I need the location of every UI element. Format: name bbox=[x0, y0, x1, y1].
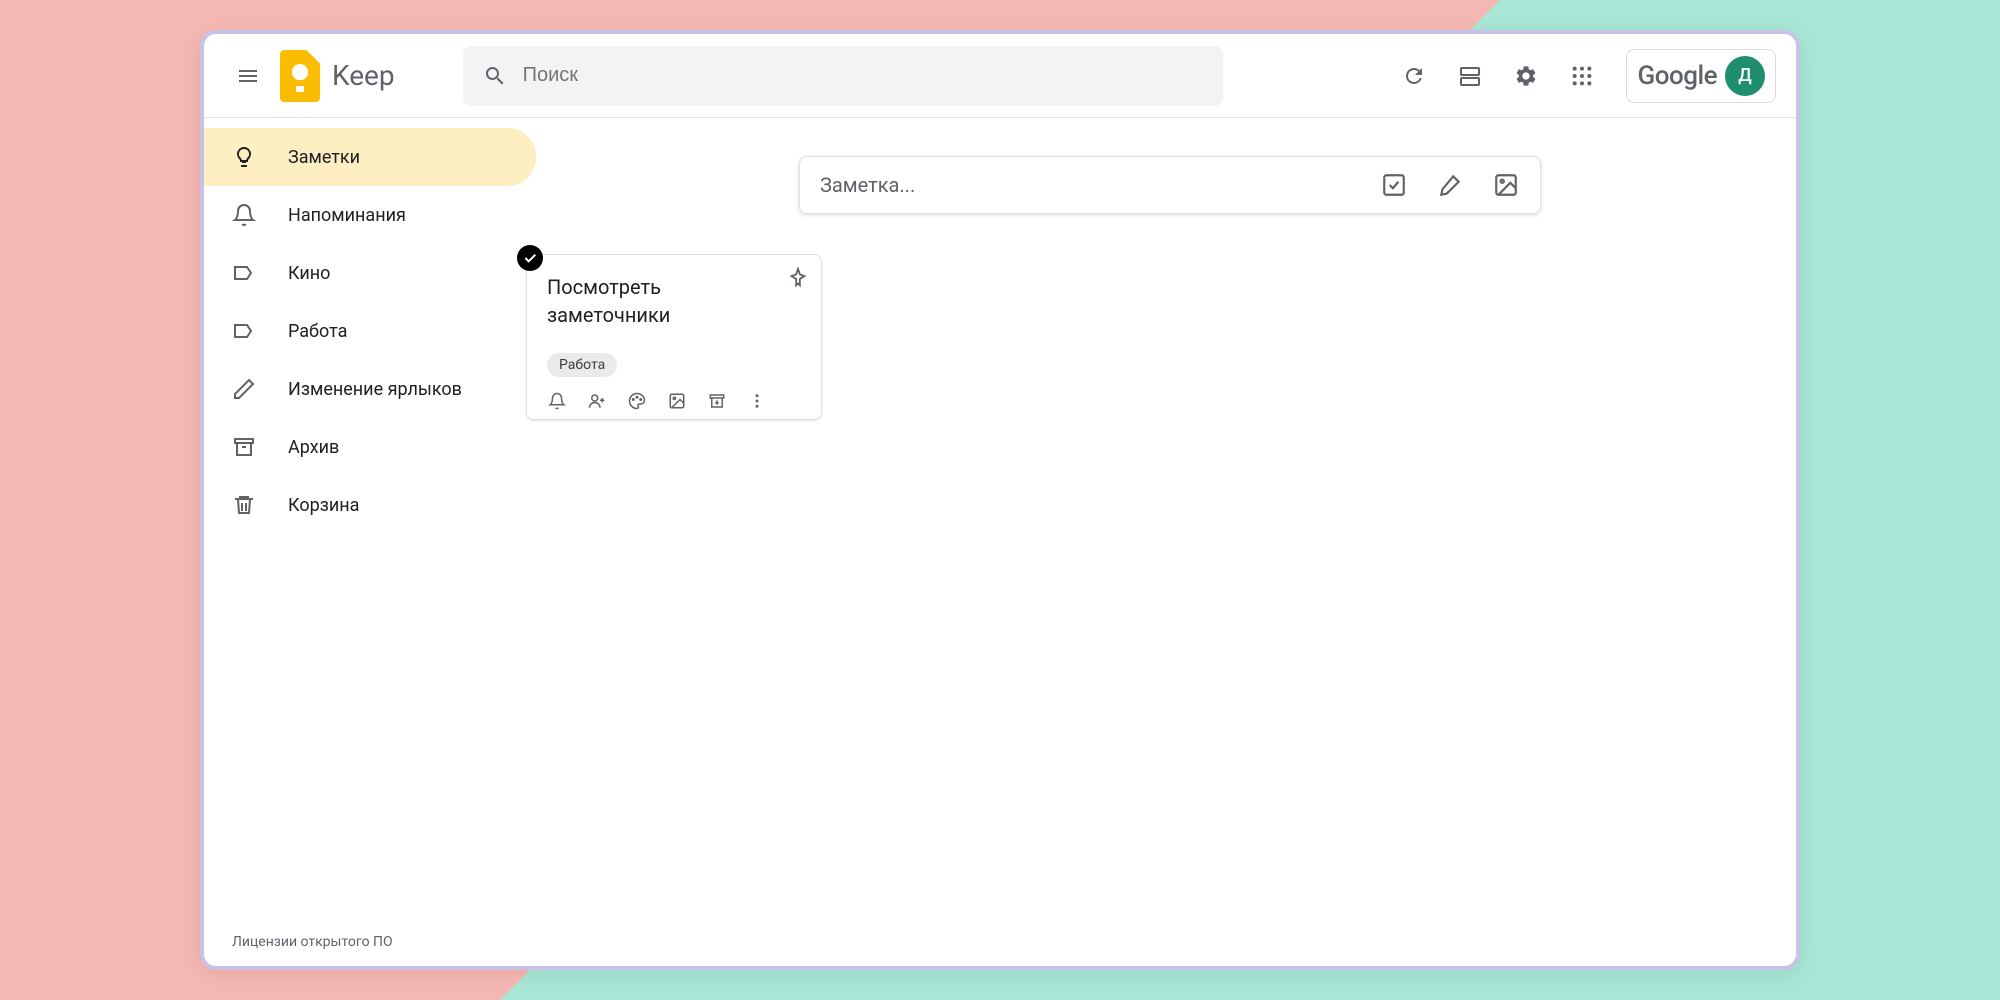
list-view-icon bbox=[1458, 64, 1482, 88]
sidebar-item-label: Архив bbox=[288, 437, 339, 458]
checkmark-icon bbox=[522, 250, 538, 266]
list-view-button[interactable] bbox=[1446, 52, 1494, 100]
note-remind-button[interactable] bbox=[547, 391, 567, 411]
note-color-button[interactable] bbox=[627, 391, 647, 411]
notes-grid: Посмотреть заметочники Работа bbox=[584, 254, 1756, 420]
refresh-icon bbox=[1402, 64, 1426, 88]
search-box[interactable] bbox=[463, 46, 1223, 106]
sidebar-item-reminders[interactable]: Напоминания bbox=[204, 186, 536, 244]
sidebar-item-label: Кино bbox=[288, 263, 330, 284]
trash-icon bbox=[232, 493, 256, 517]
apps-grid-icon bbox=[1571, 65, 1593, 87]
note-more-button[interactable] bbox=[747, 391, 767, 411]
header: Keep Google Д bbox=[204, 34, 1796, 118]
pencil-icon bbox=[232, 377, 256, 401]
note-archive-button[interactable] bbox=[707, 391, 727, 411]
bell-icon bbox=[232, 203, 256, 227]
google-label: Google bbox=[1637, 61, 1717, 91]
bell-icon bbox=[548, 392, 566, 410]
sidebar-item-archive[interactable]: Архив bbox=[204, 418, 536, 476]
sidebar-item-label: Работа bbox=[288, 321, 347, 342]
note-collaborator-button[interactable] bbox=[587, 391, 607, 411]
hamburger-icon bbox=[236, 64, 260, 88]
app-window: Keep Google Д bbox=[200, 30, 1800, 970]
new-drawing-button[interactable] bbox=[1436, 171, 1464, 199]
note-card[interactable]: Посмотреть заметочники Работа bbox=[526, 254, 822, 420]
gear-icon bbox=[1514, 64, 1538, 88]
note-label-chip[interactable]: Работа bbox=[547, 353, 617, 377]
new-image-button[interactable] bbox=[1492, 171, 1520, 199]
label-icon bbox=[232, 319, 256, 343]
archive-icon bbox=[232, 435, 256, 459]
image-icon bbox=[668, 392, 686, 410]
compose-bar[interactable]: Заметка... bbox=[799, 156, 1541, 214]
search-icon bbox=[483, 64, 507, 88]
person-add-icon bbox=[588, 392, 606, 410]
sidebar-item-notes[interactable]: Заметки bbox=[204, 128, 536, 186]
logo-block: Keep bbox=[280, 50, 395, 102]
new-checklist-button[interactable] bbox=[1380, 171, 1408, 199]
sidebar-item-label-cinema[interactable]: Кино bbox=[204, 244, 536, 302]
main-menu-button[interactable] bbox=[224, 52, 272, 100]
checkbox-icon bbox=[1381, 172, 1407, 198]
archive-icon bbox=[708, 392, 726, 410]
account-box[interactable]: Google Д bbox=[1626, 49, 1776, 103]
sidebar-item-trash[interactable]: Корзина bbox=[204, 476, 536, 534]
footer-license-link[interactable]: Лицензии открытого ПО bbox=[232, 934, 393, 950]
search-input[interactable] bbox=[523, 64, 1203, 87]
pin-button[interactable] bbox=[787, 267, 809, 293]
settings-button[interactable] bbox=[1502, 52, 1550, 100]
note-add-image-button[interactable] bbox=[667, 391, 687, 411]
app-title: Keep bbox=[332, 59, 395, 92]
sidebar-item-label-work[interactable]: Работа bbox=[204, 302, 536, 360]
sidebar-item-label: Корзина bbox=[288, 495, 359, 516]
lightbulb-icon bbox=[232, 145, 256, 169]
body: Заметки Напоминания Кино Работа Изменени… bbox=[204, 118, 1796, 966]
avatar[interactable]: Д bbox=[1725, 56, 1765, 96]
apps-button[interactable] bbox=[1558, 52, 1606, 100]
sidebar: Заметки Напоминания Кино Работа Изменени… bbox=[204, 118, 544, 966]
sidebar-item-label: Напоминания bbox=[288, 205, 406, 226]
brush-icon bbox=[1437, 172, 1463, 198]
note-toolbar bbox=[547, 391, 801, 411]
image-icon bbox=[1493, 172, 1519, 198]
header-actions: Google Д bbox=[1390, 49, 1776, 103]
sidebar-item-label: Изменение ярлыков bbox=[288, 379, 462, 400]
note-select-button[interactable] bbox=[517, 245, 543, 271]
sidebar-item-label: Заметки bbox=[288, 147, 360, 168]
palette-icon bbox=[628, 392, 646, 410]
keep-logo-icon bbox=[280, 50, 320, 102]
sidebar-item-edit-labels[interactable]: Изменение ярлыков bbox=[204, 360, 536, 418]
note-title: Посмотреть заметочники bbox=[547, 273, 801, 329]
main-content: Заметка... Посмотреть заметочники Р bbox=[544, 118, 1796, 966]
more-vert-icon bbox=[748, 392, 766, 410]
compose-placeholder: Заметка... bbox=[820, 173, 1380, 197]
label-icon bbox=[232, 261, 256, 285]
pin-icon bbox=[787, 267, 809, 289]
refresh-button[interactable] bbox=[1390, 52, 1438, 100]
